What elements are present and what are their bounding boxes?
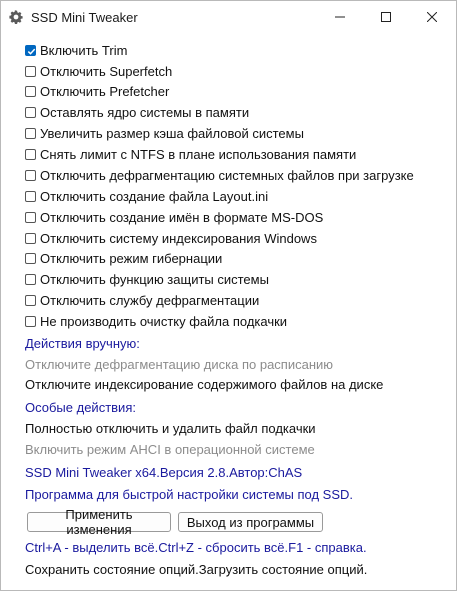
checkbox[interactable] xyxy=(25,148,36,160)
option-label: Отключить систему индексирования Windows xyxy=(40,230,317,246)
checkbox[interactable] xyxy=(25,127,36,139)
checkbox[interactable] xyxy=(25,169,36,181)
checkbox[interactable] xyxy=(25,85,36,97)
manual-actions-heading: Действия вручную: xyxy=(25,336,140,351)
checkbox[interactable] xyxy=(25,315,36,327)
save-load-state[interactable]: Сохранить состояние опций.Загрузить сост… xyxy=(25,562,367,577)
option-disable-system-protection[interactable]: Отключить функцию защиты системы xyxy=(25,270,269,288)
checkbox[interactable] xyxy=(25,190,36,202)
checkbox[interactable] xyxy=(25,106,36,118)
option-ntfs-memory-limit[interactable]: Снять лимит с NTFS в плане использования… xyxy=(25,145,356,163)
checkbox[interactable] xyxy=(25,294,36,306)
option-disable-indexing[interactable]: Отключить систему индексирования Windows xyxy=(25,229,317,247)
maximize-button[interactable] xyxy=(363,1,409,33)
apply-changes-button[interactable]: Применить изменения xyxy=(27,507,171,537)
option-label: Отключить функцию защиты системы xyxy=(40,271,269,287)
option-increase-fs-cache[interactable]: Увеличить размер кэша файловой системы xyxy=(25,124,304,142)
checkbox[interactable] xyxy=(25,273,36,285)
option-disable-defrag-service[interactable]: Отключить службу дефрагментации xyxy=(25,291,259,309)
option-enable-trim[interactable]: Включить Trim xyxy=(25,41,127,59)
app-window: SSD Mini Tweaker Включить Trim Отключить… xyxy=(0,0,457,591)
option-disable-hibernation[interactable]: Отключить режим гибернации xyxy=(25,249,222,267)
option-label: Отключить службу дефрагментации xyxy=(40,292,260,308)
option-label: Не производить очистку файла подкачки xyxy=(40,313,288,329)
checkbox[interactable] xyxy=(25,232,36,244)
maximize-icon xyxy=(381,12,391,22)
option-label: Отключить Prefetcher xyxy=(40,83,170,99)
program-description: Программа для быстрой настройки системы … xyxy=(25,487,353,502)
gear-icon xyxy=(9,10,23,24)
action-remove-pagefile[interactable]: Полностью отключить и удалить файл подка… xyxy=(25,421,316,436)
checkbox[interactable] xyxy=(25,44,36,56)
option-label: Оставлять ядро системы в памяти xyxy=(40,104,250,120)
checkbox[interactable] xyxy=(25,252,36,264)
checkmark-icon xyxy=(27,48,36,55)
special-actions-heading: Особые действия: xyxy=(25,400,136,415)
option-label: Отключить дефрагментацию системных файло… xyxy=(40,167,414,183)
option-disable-layout-ini[interactable]: Отключить создание файла Layout.ini xyxy=(25,187,268,205)
action-enable-ahci[interactable]: Включить режим AHCI в операционной систе… xyxy=(25,442,315,457)
title-bar[interactable]: SSD Mini Tweaker xyxy=(1,1,456,33)
exit-button[interactable]: Выход из программы xyxy=(178,512,323,532)
option-disable-prefetcher[interactable]: Отключить Prefetcher xyxy=(25,82,169,100)
close-icon xyxy=(427,12,437,22)
option-label: Отключить режим гибернации xyxy=(40,250,223,266)
option-no-pagefile-clear[interactable]: Не производить очистку файла подкачки xyxy=(25,312,287,330)
option-disable-boot-defrag[interactable]: Отключить дефрагментацию системных файло… xyxy=(25,166,414,184)
option-label: Отключить Superfetch xyxy=(40,63,173,79)
option-label: Отключить создание файла Layout.ini xyxy=(40,188,269,204)
minimize-icon xyxy=(335,16,345,18)
option-label: Отключить создание имён в формате MS-DOS xyxy=(40,209,324,225)
option-label: Снять лимит с NTFS в плане использования… xyxy=(40,146,357,162)
version-info: SSD Mini Tweaker x64.Версия 2.8.Автор:Ch… xyxy=(25,465,303,480)
checkbox[interactable] xyxy=(25,65,36,77)
shortcuts-help[interactable]: Ctrl+A - выделить всё.Ctrl+Z - сбросить … xyxy=(25,540,367,555)
action-disable-content-indexing[interactable]: Отключите индексирование содержимого фай… xyxy=(25,377,383,392)
window-title: SSD Mini Tweaker xyxy=(31,10,138,25)
option-keep-kernel-in-memory[interactable]: Оставлять ядро системы в памяти xyxy=(25,103,249,121)
close-button[interactable] xyxy=(409,1,455,33)
minimize-button[interactable] xyxy=(317,1,363,33)
option-label: Включить Trim xyxy=(40,42,128,58)
option-label: Увеличить размер кэша файловой системы xyxy=(40,125,304,141)
action-disable-scheduled-defrag[interactable]: Отключите дефрагментацию диска по распис… xyxy=(25,357,333,372)
option-disable-superfetch[interactable]: Отключить Superfetch xyxy=(25,62,172,80)
checkbox[interactable] xyxy=(25,211,36,223)
option-disable-8dot3-names[interactable]: Отключить создание имён в формате MS-DOS xyxy=(25,208,323,226)
